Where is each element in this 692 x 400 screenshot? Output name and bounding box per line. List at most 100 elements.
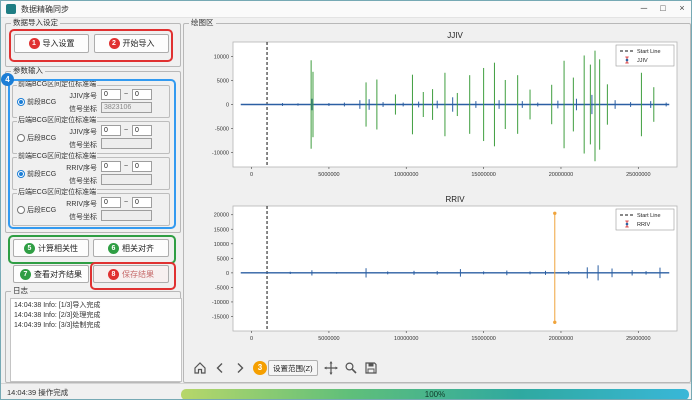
radio-icon[interactable] (17, 134, 25, 142)
badge-1: 1 (29, 38, 40, 49)
import-settings-button[interactable]: 1 导入设置 (14, 34, 89, 53)
svg-text:-15000: -15000 (212, 314, 229, 320)
app-window: 数据精确同步 ─ □ × 数据导入设定 1 导入设置 2 开始导入 参数输入 4… (0, 0, 692, 400)
forward-icon[interactable] (233, 361, 247, 375)
seq-end-input[interactable] (132, 125, 152, 136)
param-section-bcg-front: 前端BCG区间定位标准端 前段BCG JJIV序号 ~ 信号坐标 (12, 85, 170, 118)
seq-start-input[interactable] (101, 125, 121, 136)
seq-label: JJIV序号 (53, 91, 97, 101)
rriv-chart: RRIV-15000-10000-50000500010000150002000… (189, 193, 683, 355)
view-align-result-label: 查看对齐结果 (34, 269, 82, 280)
tilde-separator: ~ (124, 127, 128, 134)
coord-input[interactable] (101, 138, 152, 149)
params-group-title: 参数输入 (11, 67, 45, 75)
import-group-title: 数据导入设定 (11, 19, 60, 27)
param-section-ecg-back: 后端ECG区间定位标准端 后段ECG RRIV序号 ~ 信号坐标 (12, 193, 170, 226)
coord-input[interactable] (101, 174, 152, 185)
badge-2: 2 (109, 38, 120, 49)
maximize-icon[interactable]: □ (654, 1, 672, 17)
seq-label: RRIV序号 (53, 163, 97, 173)
seq-label: JJIV序号 (53, 127, 97, 137)
svg-text:0: 0 (250, 172, 253, 178)
radio-ecg-back[interactable]: 后段ECG (17, 205, 56, 215)
title-bar: 数据精确同步 ─ □ × (1, 1, 691, 18)
pan-icon[interactable] (324, 361, 338, 375)
coord-label: 信号坐标 (53, 176, 97, 186)
correlation-align-label: 相关对齐 (122, 243, 154, 254)
svg-text:Start Line: Start Line (637, 213, 661, 219)
svg-text:-5000: -5000 (215, 127, 229, 133)
home-icon[interactable] (193, 361, 207, 375)
radio-icon[interactable] (17, 206, 25, 214)
plot-group-title: 绘图区 (189, 19, 216, 27)
seq-start-input[interactable] (101, 197, 121, 208)
param-section-bcg-back: 后端BCG区间定位标准端 后段BCG JJIV序号 ~ 信号坐标 (12, 121, 170, 154)
svg-text:JJIV: JJIV (637, 58, 648, 64)
coord-input[interactable] (101, 102, 152, 113)
zoom-icon[interactable] (344, 361, 358, 375)
svg-text:20000000: 20000000 (549, 336, 573, 342)
log-group-title: 日志 (11, 287, 30, 295)
tilde-separator: ~ (124, 91, 128, 98)
radio-icon[interactable] (17, 170, 25, 178)
correlation-align-button[interactable]: 6 相关对齐 (93, 239, 169, 257)
tilde-separator: ~ (124, 163, 128, 170)
badge-3: 3 (253, 361, 267, 375)
progress-bar: 100% (181, 389, 689, 400)
back-icon[interactable] (213, 361, 227, 375)
seq-end-input[interactable] (132, 161, 152, 172)
section-title: 后端BCG区间定位标准端 (17, 117, 97, 125)
plot-toolbar: 3 设置范围(Z) (193, 359, 378, 377)
app-icon (6, 4, 16, 14)
compute-correlation-button[interactable]: 5 计算相关性 (13, 239, 89, 257)
status-text: 14:04:39 操作完成 (7, 387, 68, 398)
window-title: 数据精确同步 (21, 4, 69, 15)
coord-input[interactable] (101, 210, 152, 221)
radio-icon[interactable] (17, 98, 25, 106)
radio-label: 后段ECG (27, 205, 56, 215)
svg-text:0: 0 (226, 271, 229, 277)
svg-text:15000000: 15000000 (471, 172, 495, 178)
radio-bcg-front[interactable]: 前段BCG (17, 97, 56, 107)
minimize-icon[interactable]: ─ (635, 1, 653, 17)
seq-end-input[interactable] (132, 89, 152, 100)
svg-text:25000000: 25000000 (626, 172, 650, 178)
svg-text:10000: 10000 (214, 242, 229, 248)
svg-text:-10000: -10000 (212, 300, 229, 306)
coord-label: 信号坐标 (53, 140, 97, 150)
log-line: 14:04:38 Info: [2/3]处理完成 (14, 311, 178, 321)
close-icon[interactable]: × (673, 1, 691, 17)
save-result-button[interactable]: 8 保存结果 (93, 265, 169, 283)
seq-label: RRIV序号 (53, 199, 97, 209)
badge-4: 4 (1, 73, 14, 86)
view-align-result-button[interactable]: 7 查看对齐结果 (13, 265, 89, 283)
section-title: 后端ECG区间定位标准端 (17, 189, 97, 197)
section-title: 前端ECG区间定位标准端 (17, 153, 97, 161)
tilde-separator: ~ (124, 199, 128, 206)
start-import-label: 开始导入 (123, 38, 155, 49)
svg-text:RRIV: RRIV (637, 222, 650, 228)
svg-text:-10000: -10000 (212, 151, 229, 157)
svg-text:0: 0 (250, 336, 253, 342)
set-range-button[interactable]: 设置范围(Z) (268, 360, 318, 376)
svg-text:20000: 20000 (214, 213, 229, 219)
save-icon[interactable] (364, 361, 378, 375)
log-list[interactable]: 14:04:38 Info: [1/3]导入完成 14:04:38 Info: … (10, 298, 182, 382)
radio-bcg-back[interactable]: 后段BCG (17, 133, 56, 143)
svg-text:20000000: 20000000 (549, 172, 573, 178)
radio-label: 前段ECG (27, 169, 56, 179)
seq-start-input[interactable] (101, 89, 121, 100)
import-settings-label: 导入设置 (43, 38, 75, 49)
svg-text:5000000: 5000000 (318, 172, 339, 178)
compute-correlation-label: 计算相关性 (38, 243, 78, 254)
badge-7: 7 (20, 269, 31, 280)
svg-text:0: 0 (226, 103, 229, 109)
svg-text:10000000: 10000000 (394, 172, 418, 178)
svg-text:10000: 10000 (214, 54, 229, 60)
radio-label: 前段BCG (27, 97, 56, 107)
seq-end-input[interactable] (132, 197, 152, 208)
seq-start-input[interactable] (101, 161, 121, 172)
badge-5: 5 (24, 243, 35, 254)
radio-ecg-front[interactable]: 前段ECG (17, 169, 56, 179)
start-import-button[interactable]: 2 开始导入 (94, 34, 169, 53)
